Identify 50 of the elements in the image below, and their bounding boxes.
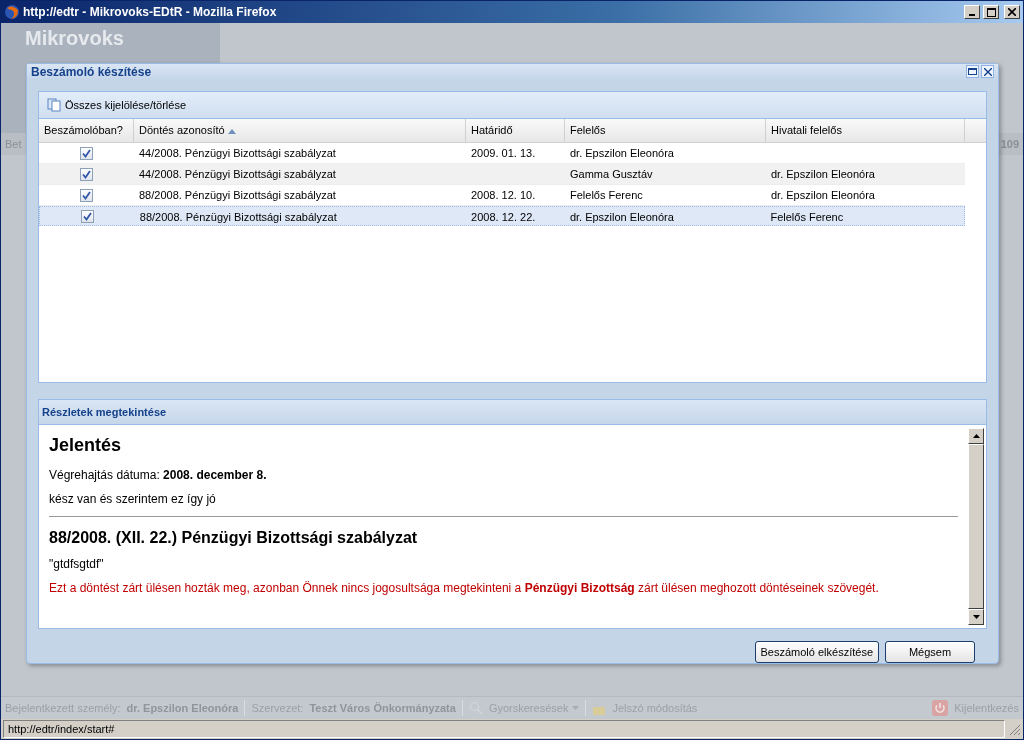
- maximize-button[interactable]: [966, 65, 979, 78]
- checkbox[interactable]: [80, 188, 93, 202]
- maximize-icon: [986, 7, 996, 17]
- dialog-title: Beszámoló készítése: [31, 64, 153, 79]
- window-title: http://edtr - Mikrovoks-EDtR - Mozilla Firefox: [23, 5, 278, 19]
- column-header[interactable]: Hivatali felelős: [766, 119, 965, 142]
- column-header[interactable]: Beszámolóban?: [39, 119, 134, 142]
- scrollbar[interactable]: [968, 428, 984, 625]
- table-cell: 88/2008. Pénzügyi Bizottsági szabályzat: [139, 211, 337, 223]
- table-cell: dr. Epszilon Eleonóra: [569, 211, 674, 223]
- firefox-icon: [4, 4, 20, 20]
- panel-title: Részletek megtekintése: [42, 406, 167, 418]
- checkbox[interactable]: [80, 167, 93, 181]
- report-heading: Jelentés: [49, 435, 123, 456]
- app-logo: Mikrovoks: [25, 27, 124, 49]
- column-header[interactable]: Határidő: [466, 119, 565, 142]
- scroll-up-icon[interactable]: [972, 434, 980, 438]
- table-cell: 2009. 01. 13.: [471, 147, 536, 159]
- table-row[interactable]: 44/2008. Pénzügyi Bizottsági szabályzat Gamma Gusztáv dr. Epszilon Eleonóra: [39, 164, 965, 185]
- table-cell: 2008. 12. 22.: [471, 211, 536, 223]
- minimize-button[interactable]: [964, 5, 980, 19]
- close-button[interactable]: [981, 65, 994, 78]
- close-icon: [1008, 8, 1016, 16]
- cancel-button[interactable]: Mégsem: [885, 641, 975, 663]
- table-cell: Felelős Ferenc: [570, 189, 643, 201]
- documents-icon: [47, 98, 61, 112]
- checkbox[interactable]: [80, 146, 93, 160]
- checkbox[interactable]: [80, 209, 94, 223]
- create-report-button[interactable]: Beszámoló elkészítése: [754, 641, 879, 663]
- scroll-down-icon[interactable]: [972, 615, 980, 619]
- execution-date: Végrehajtás dátuma: 2008. december 8.: [49, 468, 268, 482]
- table-cell: 2008. 12. 10.: [471, 189, 536, 201]
- table-cell: Felelős Ferenc: [770, 211, 844, 223]
- column-header[interactable]: Döntés azonosító: [134, 119, 466, 142]
- report-note: kész van és szerintem ez így jó: [49, 492, 217, 506]
- table-cell: 44/2008. Pénzügyi Bizottsági szabályzat: [139, 147, 336, 159]
- decision-title: 88/2008. (XII. 22.) Pénzügyi Bizottsági szabályzat: [49, 529, 419, 547]
- table-cell: dr. Epszilon Eleonóra: [771, 168, 875, 180]
- table-cell: 88/2008. Pénzügyi Bizottsági szabályzat: [139, 189, 336, 201]
- access-warning: Ezt a döntést zárt ülésen hozták meg, azonban Önnek nincs jogosultsága megtekinteni a Pénzügyi Bizottság zárt ülésen meghozott döntéseinek szövegét.: [49, 581, 880, 595]
- table-cell: dr. Epszilon Eleonóra: [570, 147, 674, 159]
- column-header[interactable]: Felelős: [565, 119, 766, 142]
- decision-quote: "gtdfsgtdf": [49, 557, 105, 571]
- table-cell: 44/2008. Pénzügyi Bizottsági szabályzat: [139, 168, 336, 180]
- resize-grip-icon[interactable]: [1007, 722, 1021, 736]
- select-all-button[interactable]: Összes kijelölése/törlése: [45, 96, 189, 114]
- table-cell: Gamma Gusztáv: [570, 168, 653, 180]
- table-row[interactable]: 88/2008. Pénzügyi Bizottsági szabályzat 2008. 12. 22. dr. Epszilon Eleonóra Felelős Ferenc: [39, 206, 965, 226]
- status-url: http://edtr/index/start#: [3, 720, 1005, 738]
- table-cell: dr. Epszilon Eleonóra: [771, 189, 875, 201]
